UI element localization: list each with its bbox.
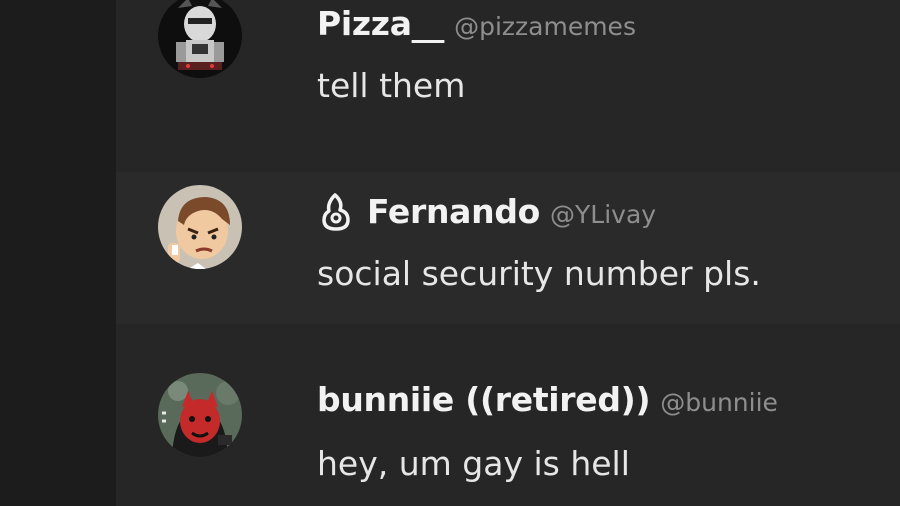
message-text: hey, um gay is hell [317,444,630,483]
left-gutter [0,0,116,506]
user-handle[interactable]: @pizzamemes [454,12,636,41]
robot-character-avatar[interactable] [158,0,242,78]
hand-gesture-icon [317,192,353,232]
cartoon-face-avatar[interactable] [158,185,242,269]
message-header: Fernando @YLivay [317,192,656,232]
message-header: bunniie ((retired)) @bunniie [317,380,778,419]
message-text: tell them [317,66,466,105]
display-name[interactable]: bunniie ((retired)) [317,380,651,419]
message-feed: Pizza__ @pizzamemes tell them Fernando @… [116,0,900,506]
message-item: Fernando @YLivay social security number … [116,172,900,324]
message-text: social security number pls. [317,254,761,293]
message-header: Pizza__ @pizzamemes [317,4,636,43]
user-handle[interactable]: @YLivay [550,200,656,229]
user-handle[interactable]: @bunniie [660,388,778,417]
display-name[interactable]: Fernando [367,192,540,231]
message-item: Pizza__ @pizzamemes tell them [116,0,900,172]
message-item: bunniie ((retired)) @bunniie hey, um gay… [116,324,900,506]
red-character-avatar[interactable] [158,373,242,457]
display-name[interactable]: Pizza__ [317,4,444,43]
